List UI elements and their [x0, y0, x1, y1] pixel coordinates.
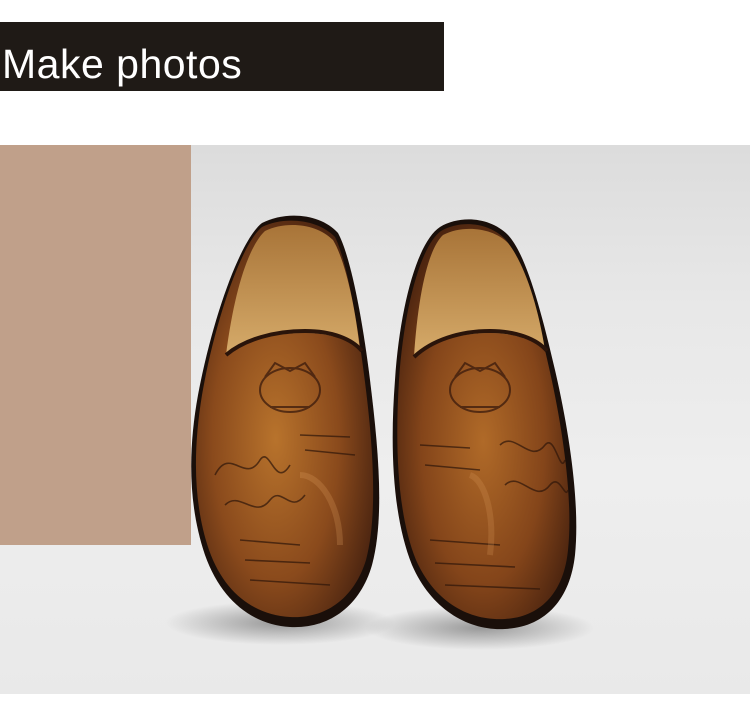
right-shoe [392, 219, 577, 630]
page-title: Make photos [2, 41, 243, 87]
product-photo [0, 145, 750, 694]
title-banner: Make photos [0, 22, 444, 91]
left-shoe [191, 215, 380, 628]
shoes-image [165, 215, 595, 650]
